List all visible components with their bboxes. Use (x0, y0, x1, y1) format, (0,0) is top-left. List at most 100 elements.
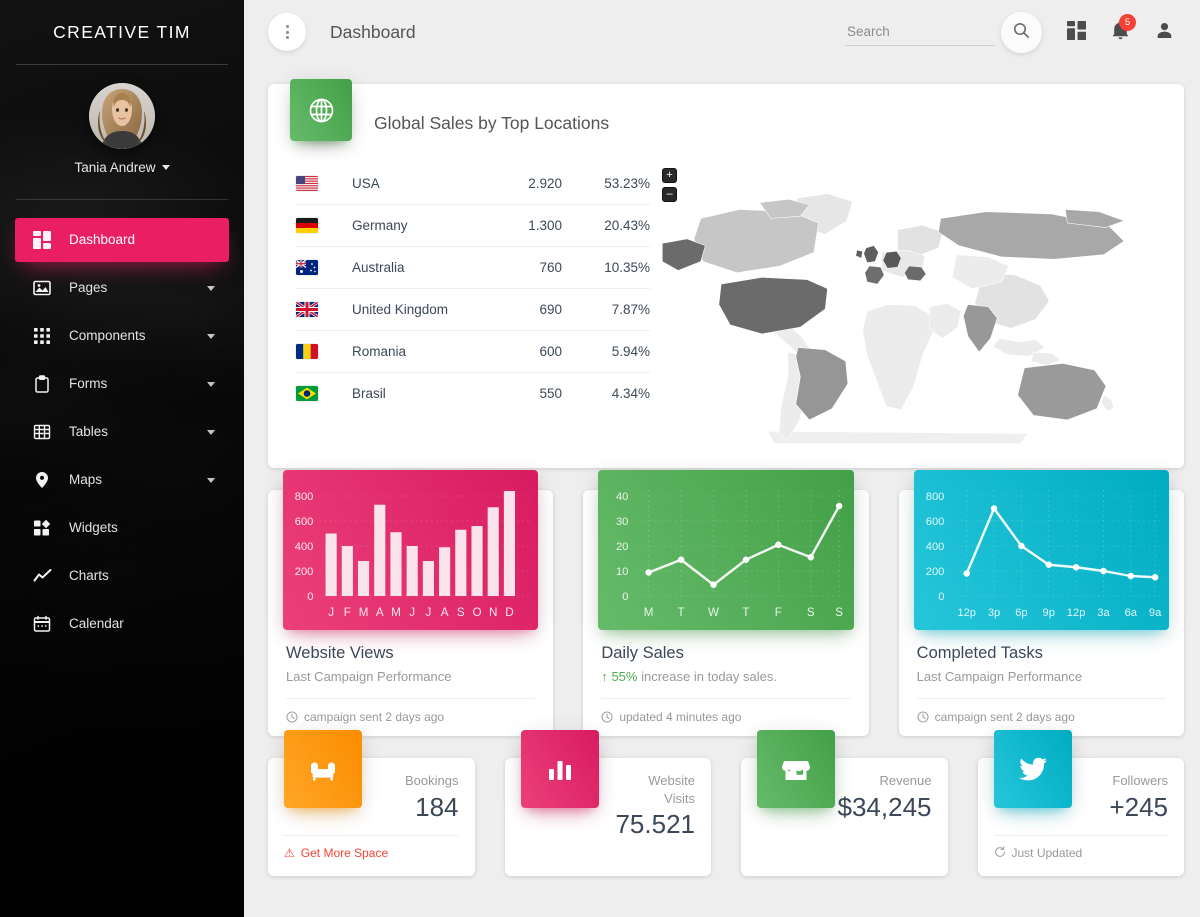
avatar[interactable] (89, 83, 155, 149)
chevron-down-icon (207, 333, 215, 339)
svg-text:N: N (489, 607, 497, 619)
search-button[interactable] (1001, 11, 1042, 53)
table-row[interactable]: Brasil 550 4.34% (296, 372, 650, 414)
website-visits-stat-card: Website Visits 75.521 (504, 729, 711, 876)
twitter-icon (993, 729, 1072, 808)
followers-stat-card: Followers +245 Just Updated (977, 729, 1184, 876)
svg-text:W: W (708, 607, 719, 619)
user-menu-toggle[interactable]: Tania Andrew (0, 160, 244, 175)
sidebar-item-components[interactable]: Components (15, 314, 229, 358)
global-sales-card: Global Sales by Top Locations USA 2.920 … (268, 79, 1184, 468)
daily-sales-chart: 40 30 20 10 0 MTW T F S S (598, 469, 854, 630)
gb-flag-icon (296, 302, 318, 317)
sidebar-item-calendar[interactable]: Calendar (15, 602, 229, 646)
sidebar-item-pages[interactable]: Pages (15, 266, 229, 310)
svg-text:200: 200 (925, 566, 944, 578)
page-title: Dashboard (330, 21, 416, 42)
sidebar-item-label: Dashboard (69, 232, 136, 248)
svg-text:6p: 6p (1015, 607, 1027, 619)
svg-text:400: 400 (925, 541, 944, 553)
map-pin-icon (29, 471, 55, 489)
map-zoom-out-button[interactable]: – (662, 187, 677, 202)
clock-icon (601, 711, 613, 723)
country-value: 2.920 (528, 175, 562, 191)
svg-text:12p: 12p (1066, 607, 1085, 619)
sidebar-item-widgets[interactable]: Widgets (15, 506, 229, 550)
warning-icon: ⚠ (284, 845, 295, 860)
sidebar-item-maps[interactable]: Maps (15, 458, 229, 502)
svg-text:A: A (441, 607, 449, 619)
table-row[interactable]: Germany 1.300 20.43% (296, 204, 650, 246)
br-flag-icon (296, 386, 318, 401)
us-flag-icon (296, 175, 318, 191)
svg-text:9a: 9a (1149, 607, 1162, 619)
world-map[interactable]: + – (650, 162, 1174, 446)
global-sales-table: USA 2.920 53.23% Germany 1.300 20.43% Au… (278, 162, 650, 446)
sidebar-item-forms[interactable]: Forms (15, 362, 229, 406)
notifications-button[interactable]: 5 (1100, 12, 1140, 52)
chart-increase-value: 55% (611, 668, 638, 684)
svg-text:S: S (457, 607, 465, 619)
main-area: Dashboard 5 (244, 0, 1200, 917)
table-row[interactable]: USA 2.920 53.23% (296, 162, 650, 204)
stat-cards-row: Bookings 184 ⚠ Get More Space Website Vis… (268, 729, 1184, 876)
stat-footer-text[interactable]: Get More Space (301, 846, 388, 860)
vertical-dots-icon (285, 25, 289, 39)
sidebar-item-label: Pages (69, 280, 108, 296)
table-row[interactable]: United Kingdom 690 7.87% (296, 288, 650, 330)
country-percent: 53.23% (604, 175, 650, 191)
svg-text:M: M (644, 607, 654, 619)
svg-text:S: S (836, 607, 844, 619)
sidebar-item-label: Components (69, 328, 146, 344)
sidebar-item-tables[interactable]: Tables (15, 410, 229, 454)
table-row[interactable]: Romania 600 5.94% (296, 330, 650, 372)
chevron-down-icon (207, 477, 215, 483)
svg-text:600: 600 (925, 516, 944, 528)
dashboard-grid-button[interactable] (1056, 12, 1096, 52)
topbar: Dashboard 5 (244, 0, 1200, 64)
map-zoom-controls: + – (662, 168, 677, 202)
svg-text:800: 800 (925, 491, 944, 503)
dashboard-content: Global Sales by Top Locations USA 2.920 … (244, 79, 1200, 876)
clipboard-icon (29, 375, 55, 393)
chart-footer-text: campaign sent 2 days ago (304, 709, 445, 724)
country-value: 550 (539, 386, 562, 401)
line-chart-icon (29, 567, 55, 585)
sidebar-item-dashboard[interactable]: Dashboard (15, 218, 229, 262)
search-icon (1013, 22, 1030, 42)
sidebar-item-charts[interactable]: Charts (15, 554, 229, 598)
table-grid-icon (29, 423, 55, 441)
chart-footer-text: updated 4 minutes ago (619, 709, 742, 724)
sidebar-toggle-button[interactable] (268, 13, 306, 51)
svg-text:F: F (775, 607, 782, 619)
global-sales-title: Global Sales by Top Locations (374, 112, 610, 133)
svg-text:6a: 6a (1124, 607, 1137, 619)
line-chart-svg: 4030 20100 MTW T F S S (616, 489, 846, 619)
globe-icon (290, 79, 352, 141)
clock-icon (917, 711, 929, 723)
country-value: 600 (539, 344, 562, 359)
chart-title: Daily Sales (601, 643, 684, 662)
country-percent: 7.87% (611, 302, 650, 317)
profile-button[interactable] (1144, 12, 1184, 52)
svg-text:12p: 12p (957, 607, 976, 619)
map-zoom-in-button[interactable]: + (662, 168, 677, 183)
svg-text:T: T (743, 607, 750, 619)
country-percent: 10.35% (604, 260, 650, 275)
sidebar-item-label: Charts (69, 568, 109, 584)
brand-logo[interactable]: CREATIVE TIM (0, 0, 244, 64)
table-row[interactable]: Australia 760 10.35% (296, 246, 650, 288)
chevron-down-icon (161, 165, 170, 170)
country-percent: 4.34% (611, 386, 650, 401)
svg-text:F: F (344, 607, 351, 619)
search-input[interactable] (845, 18, 995, 46)
country-percent: 20.43% (604, 218, 650, 233)
svg-text:0: 0 (307, 591, 313, 603)
brand-label: CREATIVE TIM (53, 21, 191, 42)
svg-text:0: 0 (938, 591, 944, 603)
svg-text:10: 10 (616, 566, 628, 578)
svg-text:T: T (678, 607, 685, 619)
sidebar-item-label: Tables (69, 424, 109, 440)
svg-text:M: M (359, 607, 369, 619)
sidebar-item-label: Forms (69, 376, 108, 392)
